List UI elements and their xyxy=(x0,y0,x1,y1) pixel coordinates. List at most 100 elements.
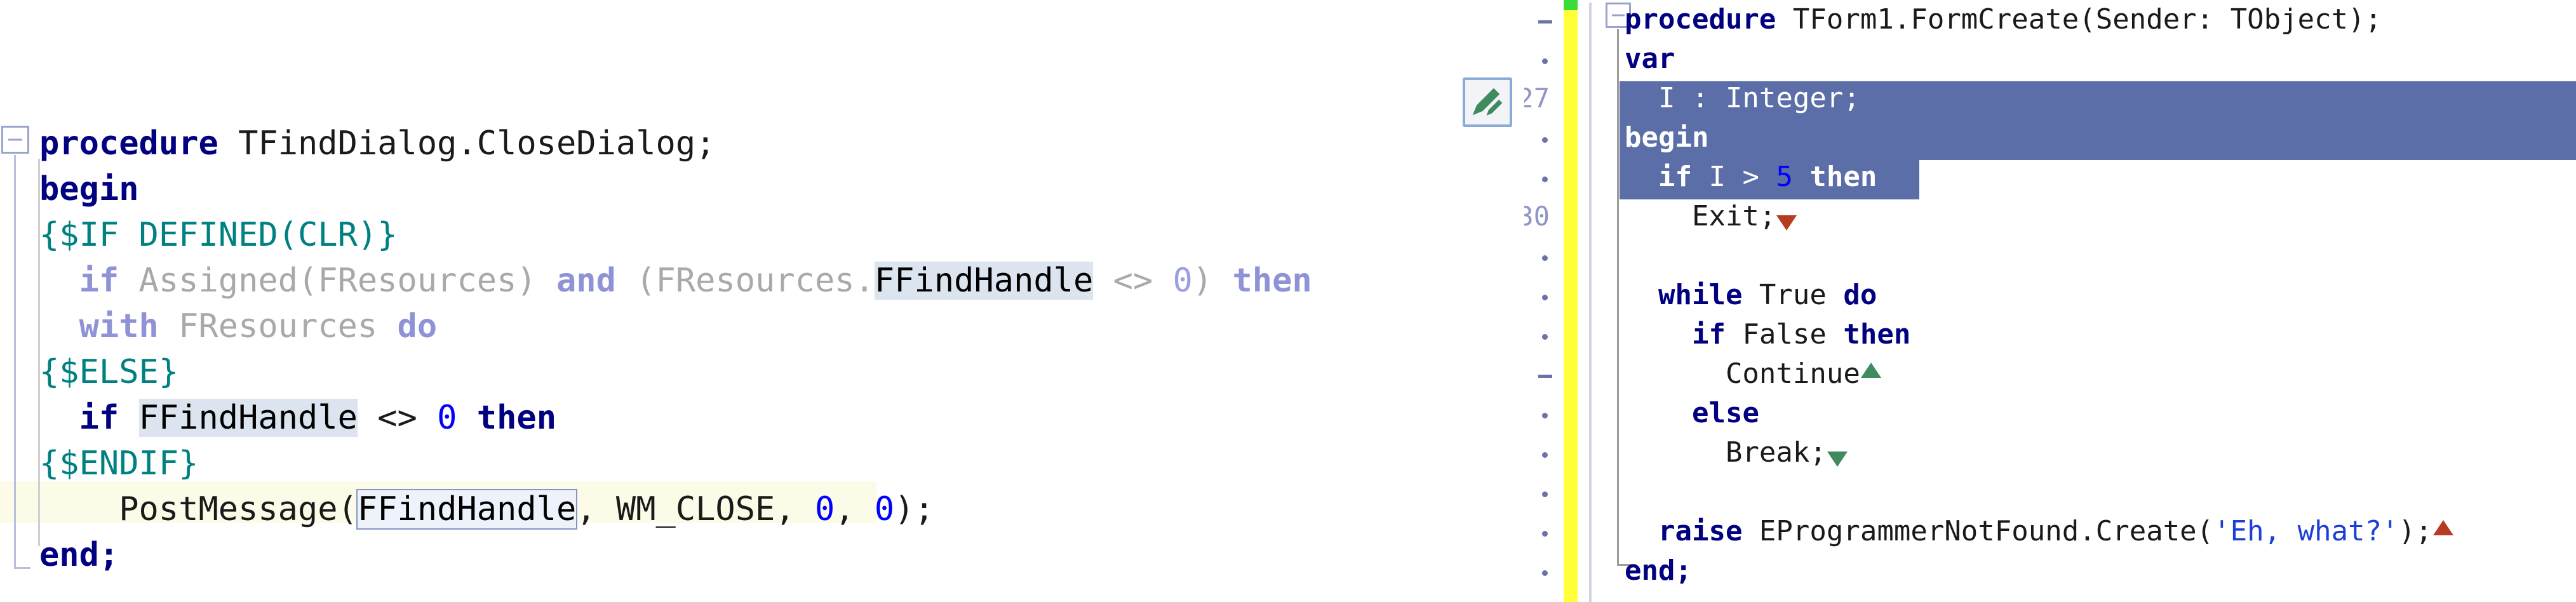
code-token: begin xyxy=(39,170,139,208)
code-line[interactable]: {$ELSE} xyxy=(39,349,178,395)
code-token: {$ENDIF} xyxy=(39,445,199,483)
screenshot-root: procedure TFindDialog.CloseDialog; begin {… xyxy=(0,0,2576,602)
code-token: end; xyxy=(39,536,119,574)
code-token: then xyxy=(1232,262,1312,300)
arrow-down-green-icon xyxy=(1827,441,1848,467)
code-token: {$IF DEFINED(CLR)} xyxy=(39,216,398,254)
code-line[interactable]: if FFindHandle <> 0 then xyxy=(39,395,556,441)
code-token: raise xyxy=(1658,515,1743,547)
refactor-pencil-button[interactable] xyxy=(1463,77,1512,127)
code-line[interactable]: var xyxy=(1625,39,1675,79)
code-token: FFindHandle xyxy=(356,489,578,530)
code-token: do xyxy=(397,307,438,345)
code-line[interactable]: while True do xyxy=(1625,276,1877,315)
code-token: 0 xyxy=(874,490,895,528)
code-token: True xyxy=(1742,279,1844,311)
code-token: 'Eh, what?' xyxy=(2213,515,2399,547)
gutter-line-dot xyxy=(1542,570,1548,576)
code-token: , xyxy=(835,490,875,528)
code-line[interactable]: Exit; xyxy=(1625,197,1797,236)
code-line[interactable]: end; xyxy=(1625,551,1692,591)
code-token: ); xyxy=(894,490,934,528)
code-token: ); xyxy=(2398,515,2432,547)
gutter-line-dot xyxy=(1542,413,1548,418)
code-line[interactable]: {$IF DEFINED(CLR)} xyxy=(39,212,398,258)
arrow-up-green-icon xyxy=(1860,363,1882,388)
code-line[interactable]: if False then xyxy=(1625,315,1910,354)
pencil-refactor-icon xyxy=(1472,88,1503,116)
gutter-line-dot xyxy=(1542,177,1548,182)
code-token: <> xyxy=(1113,262,1153,300)
code-token: ) xyxy=(1192,262,1233,300)
code-token: , WM_CLOSE, xyxy=(576,490,815,528)
code-token: <> xyxy=(357,399,438,437)
code-token: then xyxy=(476,399,557,437)
code-line[interactable]: procedure TForm1.FormCreate(Sender: TObj… xyxy=(1625,0,2382,39)
gutter-line-dot xyxy=(1542,334,1548,340)
structure-guide-line xyxy=(1617,29,1619,565)
code-token: 5 xyxy=(1776,161,1793,193)
code-token: if xyxy=(1658,161,1692,193)
code-line[interactable]: with FResources do xyxy=(39,304,438,349)
code-line[interactable]: begin xyxy=(1625,118,1708,157)
code-token: procedure xyxy=(1625,3,1793,36)
selection-band xyxy=(1620,121,2576,160)
modified-change-bar xyxy=(1564,10,1578,602)
code-token: 0 xyxy=(1172,262,1193,300)
code-token: var xyxy=(1625,43,1675,75)
gutter-line-dash xyxy=(1538,20,1552,23)
code-line[interactable]: if I > 5 then xyxy=(1625,157,1877,197)
code-line[interactable]: begin xyxy=(39,166,139,212)
code-token: EProgrammerNotFound.Create( xyxy=(1742,515,2214,547)
code-token: and xyxy=(556,262,616,300)
code-line[interactable]: Break; xyxy=(1625,433,1848,472)
code-token: then xyxy=(1809,161,1877,193)
code-line[interactable]: procedure TFindDialog.CloseDialog; xyxy=(39,121,715,166)
code-token: if xyxy=(79,399,119,437)
code-token: FFindHandle xyxy=(874,262,1094,300)
code-token: end; xyxy=(1625,554,1692,587)
code-token: if xyxy=(79,262,119,300)
code-token: FFindHandle xyxy=(138,399,358,437)
code-line[interactable]: {$ENDIF} xyxy=(39,441,198,486)
code-token: FResources xyxy=(158,307,398,345)
code-line[interactable]: end; xyxy=(39,532,119,578)
saved-change-bar xyxy=(1564,0,1578,10)
code-line[interactable]: else xyxy=(1625,394,1759,433)
code-line[interactable]: if Assigned(FResources) and (FResources.… xyxy=(39,258,1312,304)
code-line[interactable]: raise EProgrammerNotFound.Create('Eh, wh… xyxy=(1625,512,2454,551)
fold-guide-foot xyxy=(14,567,30,569)
code-token: TFindDialog.CloseDialog; xyxy=(238,124,716,163)
fold-guide-line xyxy=(14,155,16,569)
code-token: Exit; xyxy=(1625,200,1776,232)
code-token: 0 xyxy=(814,490,835,528)
right-code-pane[interactable]: 27 30 procedure TForm1.FormCreate(Sender:… xyxy=(1524,0,2576,602)
gutter-line-number: 27 xyxy=(1524,83,1550,114)
gutter-line-dot xyxy=(1542,137,1548,143)
fold-guide-line xyxy=(1589,3,1592,602)
code-token: procedure xyxy=(39,124,239,163)
arrow-up-red-icon xyxy=(2432,520,2454,545)
code-token: Continue xyxy=(1625,358,1860,390)
code-line[interactable]: Continue xyxy=(1625,354,1882,394)
left-code-pane[interactable]: procedure TFindDialog.CloseDialog; begin {… xyxy=(0,0,1524,602)
code-line[interactable]: I : Integer; xyxy=(1625,79,1860,118)
code-token: Break; xyxy=(1625,436,1827,469)
code-line[interactable]: PostMessage(FFindHandle, WM_CLOSE, 0, 0)… xyxy=(39,486,934,532)
gutter-line-dot xyxy=(1542,255,1548,261)
code-token: begin xyxy=(1625,121,1709,154)
fold-toggle-icon[interactable] xyxy=(1,126,29,154)
gutter-line-dot xyxy=(1542,531,1548,537)
code-token: I > xyxy=(1691,161,1776,193)
